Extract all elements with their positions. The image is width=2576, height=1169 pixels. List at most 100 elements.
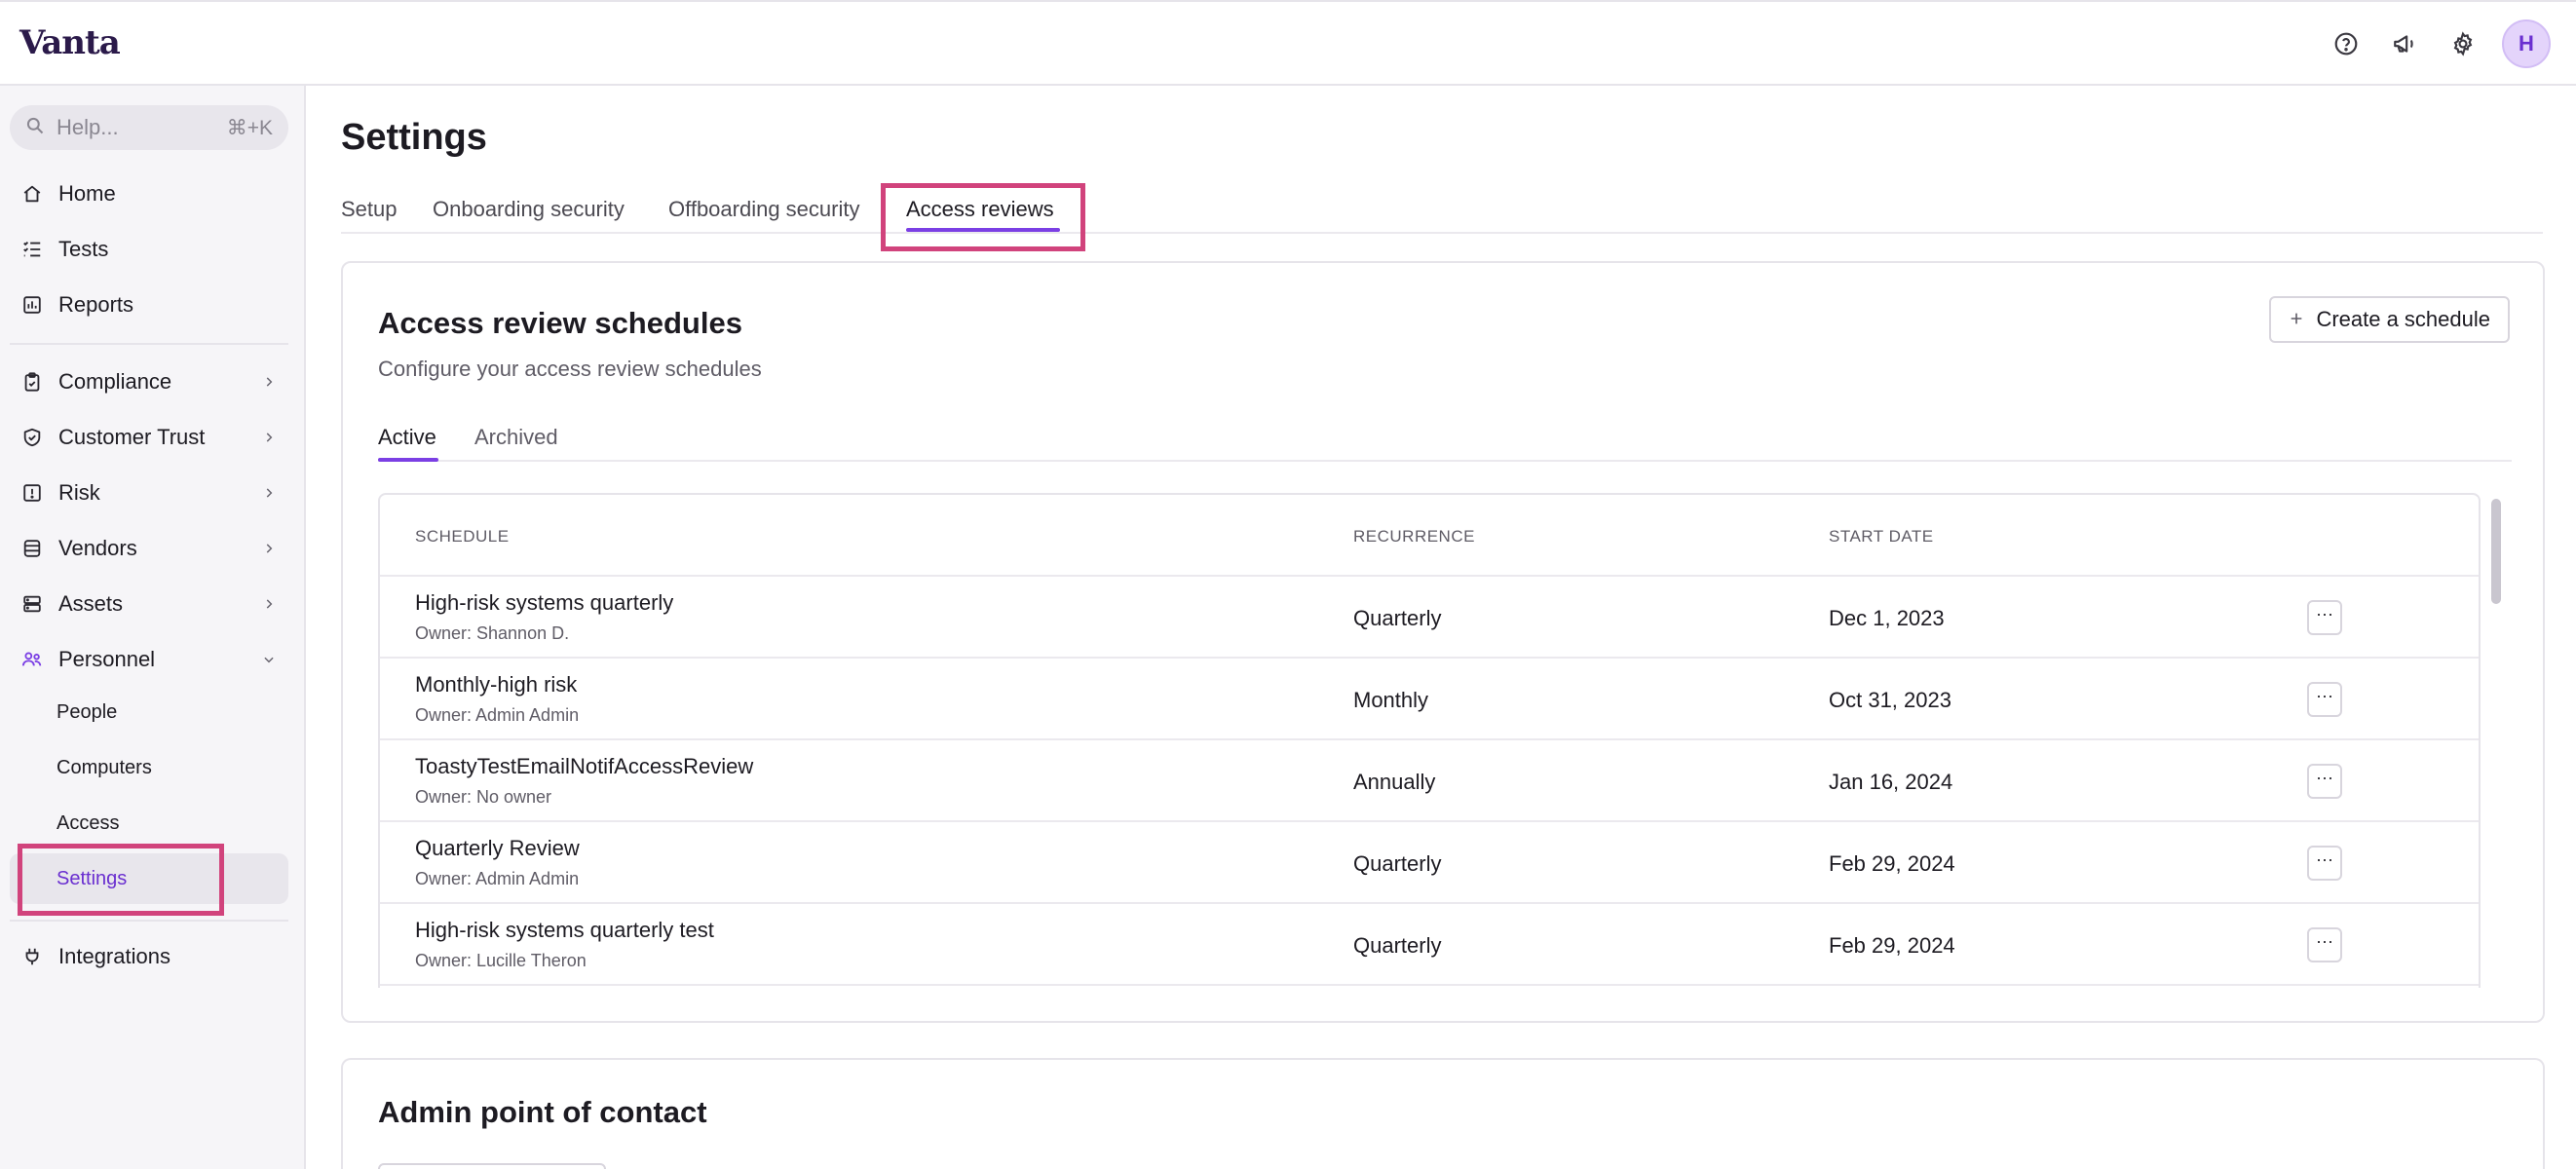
sidebar: Help... ⌘+K Home Tests Reports Complianc… — [0, 86, 306, 1169]
top-icons: H — [2327, 19, 2551, 68]
create-schedule-label: Create a schedule — [2316, 307, 2490, 331]
help-circle-icon[interactable] — [2327, 24, 2366, 63]
more-options-button[interactable]: ··· — [2307, 600, 2342, 635]
schedule-name: High-risk systems quarterly test — [415, 918, 714, 942]
sidebar-divider — [10, 343, 288, 345]
column-header-schedule: SCHEDULE — [415, 527, 510, 546]
scrollbar-thumb[interactable] — [2491, 499, 2501, 604]
sidebar-item-compliance[interactable]: Compliance — [10, 358, 288, 406]
more-options-button[interactable]: ··· — [2307, 927, 2342, 962]
database-icon — [19, 536, 45, 561]
sidebar-item-reports[interactable]: Reports — [10, 281, 288, 329]
schedule-recurrence: Monthly — [1353, 688, 1429, 712]
chevron-down-icon — [259, 650, 279, 669]
schedule-recurrence: Annually — [1353, 770, 1436, 794]
schedule-start-date: Oct 31, 2023 — [1829, 688, 1951, 712]
more-options-button[interactable]: ··· — [2307, 764, 2342, 799]
sidebar-item-personnel[interactable]: Personnel — [10, 635, 288, 684]
table-scrollbar[interactable] — [2488, 493, 2504, 988]
top-bar: Vanta H — [0, 0, 2576, 86]
vanta-logo[interactable]: Vanta — [19, 23, 121, 62]
schedule-name: ToastyTestEmailNotifAccessReview — [415, 754, 754, 778]
sidebar-subitem-people[interactable]: People — [10, 687, 288, 737]
table-row[interactable]: High-risk systems quarterly Owner: Shann… — [380, 577, 2479, 659]
sidebar-item-integrations[interactable]: Integrations — [10, 932, 288, 981]
sidebar-subitem-computers[interactable]: Computers — [10, 742, 288, 793]
schedule-owner: Owner: Admin Admin — [415, 869, 580, 888]
more-options-button[interactable]: ··· — [2307, 682, 2342, 717]
admin-contact-card: Admin point of contact — [341, 1058, 2545, 1169]
sidebar-item-label: Home — [58, 181, 116, 206]
more-options-button[interactable]: ··· — [2307, 846, 2342, 881]
subtab-archived[interactable]: Archived — [474, 425, 558, 450]
sidebar-item-vendors[interactable]: Vendors — [10, 524, 288, 573]
card-subtitle: Configure your access review schedules — [378, 357, 762, 381]
schedule-recurrence: Quarterly — [1353, 851, 1442, 876]
table-row[interactable]: Quarterly Review Owner: Admin Admin Quar… — [380, 822, 2479, 904]
schedule-owner: Owner: Shannon D. — [415, 623, 570, 643]
chevron-right-icon — [259, 594, 279, 614]
help-search[interactable]: Help... ⌘+K — [10, 105, 288, 150]
schedule-name: Monthly-high risk — [415, 672, 578, 697]
schedules-table: SCHEDULE RECURRENCE START DATE High-risk… — [378, 493, 2481, 988]
table-row[interactable]: High-risk systems quarterly test Owner: … — [380, 904, 2479, 986]
chevron-right-icon — [259, 428, 279, 447]
chevron-right-icon — [259, 483, 279, 503]
sidebar-item-label: Vendors — [58, 536, 137, 560]
checklist-icon — [19, 237, 45, 262]
schedule-subtabs: Active Archived — [378, 419, 2512, 462]
sidebar-item-home[interactable]: Home — [10, 170, 288, 218]
column-header-recurrence: RECURRENCE — [1353, 527, 1475, 546]
gear-icon[interactable] — [2443, 24, 2482, 63]
sidebar-item-label: Compliance — [58, 369, 172, 394]
sidebar-item-label: Tests — [58, 237, 109, 261]
sidebar-item-customer-trust[interactable]: Customer Trust — [10, 413, 288, 462]
chevron-right-icon — [259, 372, 279, 392]
tab-setup[interactable]: Setup — [341, 197, 398, 222]
sidebar-divider — [10, 920, 288, 922]
schedule-name: High-risk systems quarterly — [415, 590, 674, 615]
access-review-schedules-card: Access review schedules Configure your a… — [341, 261, 2545, 1023]
search-shortcut: ⌘+K — [226, 116, 273, 139]
schedule-name: Quarterly Review — [415, 836, 580, 860]
sidebar-item-label: Assets — [58, 591, 124, 616]
chevron-right-icon — [259, 539, 279, 558]
sidebar-item-label: Integrations — [58, 944, 170, 968]
table-row[interactable]: ToastyTestEmailNotifAccessReview Owner: … — [380, 740, 2479, 822]
tab-offboarding-security[interactable]: Offboarding security — [668, 197, 859, 222]
settings-highlight-box — [18, 844, 224, 916]
page-title: Settings — [341, 117, 487, 158]
schedule-start-date: Feb 29, 2024 — [1829, 851, 1955, 876]
sidebar-item-label: Risk — [58, 480, 100, 505]
search-placeholder: Help... — [57, 115, 119, 139]
schedule-owner: Owner: Lucille Theron — [415, 951, 587, 970]
sidebar-item-label: Reports — [58, 292, 134, 317]
sidebar-item-label: Customer Trust — [58, 425, 206, 449]
create-schedule-button[interactable]: Create a schedule — [2269, 296, 2510, 343]
access-reviews-highlight-box — [881, 183, 1085, 251]
table-row[interactable]: Monthly-high risk Owner: Admin Admin Mon… — [380, 659, 2479, 740]
plug-icon — [19, 944, 45, 969]
alert-square-icon — [19, 480, 45, 506]
settings-tabs: Setup Onboarding security Offboarding se… — [341, 191, 2543, 234]
sidebar-subitem-access[interactable]: Access — [10, 798, 288, 848]
user-avatar[interactable]: H — [2502, 19, 2551, 68]
card-title: Admin point of contact — [378, 1095, 707, 1129]
subtab-active[interactable]: Active — [378, 425, 436, 450]
sidebar-item-risk[interactable]: Risk — [10, 469, 288, 517]
card-title: Access review schedules — [378, 306, 742, 340]
megaphone-icon[interactable] — [2385, 24, 2424, 63]
home-icon — [19, 181, 45, 207]
sidebar-item-tests[interactable]: Tests — [10, 225, 288, 274]
active-subtab-indicator — [378, 458, 438, 462]
schedule-owner: Owner: No owner — [415, 787, 552, 807]
column-header-start-date: START DATE — [1829, 527, 1934, 546]
schedule-start-date: Jan 16, 2024 — [1829, 770, 1953, 794]
contact-select[interactable] — [378, 1163, 606, 1169]
plus-icon — [2289, 307, 2304, 332]
schedule-start-date: Dec 1, 2023 — [1829, 606, 1945, 630]
tab-onboarding-security[interactable]: Onboarding security — [433, 197, 625, 222]
sidebar-item-assets[interactable]: Assets — [10, 580, 288, 628]
server-icon — [19, 591, 45, 617]
table-header: SCHEDULE RECURRENCE START DATE — [380, 495, 2479, 577]
